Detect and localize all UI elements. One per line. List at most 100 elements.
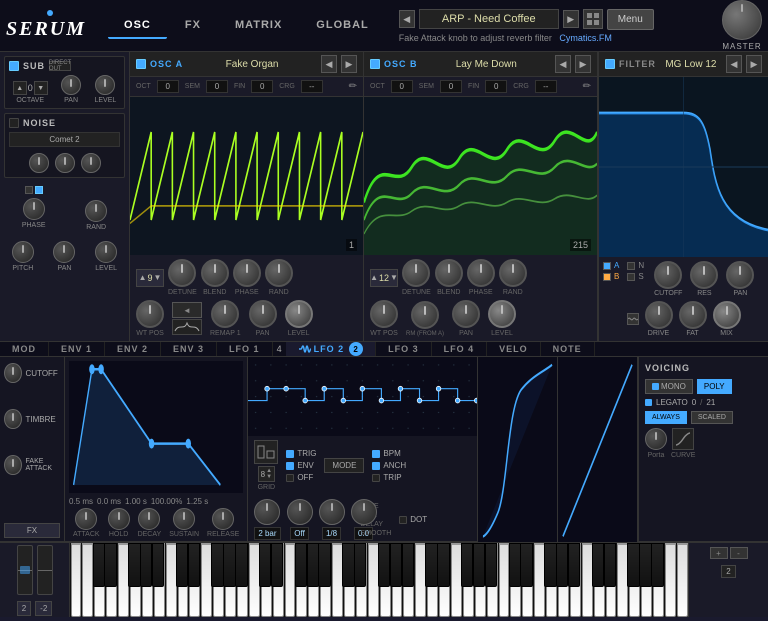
oct-up-btn[interactable]: ▲ (13, 81, 27, 95)
osc-b-toggle[interactable] (370, 59, 380, 69)
white-key-8[interactable] (166, 543, 177, 617)
bpm-row[interactable]: BPM (372, 449, 406, 458)
lfo2-tab-num[interactable]: 4 (273, 344, 286, 354)
osc-a-oct[interactable]: 0 (157, 80, 179, 93)
level-knob-left[interactable] (95, 241, 117, 263)
osc-b-phase-knob[interactable] (467, 259, 495, 287)
osc-b-edit-btn[interactable]: ✏ (583, 81, 591, 92)
black-key-11[interactable] (211, 543, 223, 587)
black-key-36[interactable] (509, 543, 521, 587)
osc-a-rand-knob[interactable] (265, 259, 293, 287)
sub-pan-knob[interactable] (61, 75, 81, 95)
bpm-check[interactable] (372, 450, 380, 458)
white-key-50[interactable] (665, 543, 676, 617)
filter-next[interactable]: ▶ (746, 55, 762, 73)
mod-tab-lfo4[interactable]: LFO 4 (432, 342, 488, 356)
black-key-16[interactable] (271, 543, 283, 587)
osc-a-wtpos-knob[interactable] (136, 300, 164, 328)
osc-b-waveform[interactable]: 215 (364, 97, 597, 255)
preset-name[interactable]: ARP - Need Coffee (419, 9, 559, 29)
mod-wheel[interactable] (37, 545, 53, 595)
black-key-33[interactable] (473, 543, 485, 587)
osc-a-sem[interactable]: 0 (206, 80, 228, 93)
master-knob[interactable] (722, 0, 762, 40)
osc-b-detune-knob[interactable] (402, 259, 430, 287)
black-key-44[interactable] (604, 543, 616, 587)
dot-row[interactable]: DOT (399, 515, 427, 524)
filter-fat-knob[interactable] (679, 301, 707, 329)
osc-b-next[interactable]: ▶ (575, 55, 591, 73)
osc-a-toggle[interactable] (136, 59, 146, 69)
hold-knob[interactable] (108, 508, 130, 530)
osc-a-edit-btn[interactable]: ✏ (349, 81, 357, 92)
sub-level-knob[interactable] (95, 75, 115, 95)
wt-arrow-left[interactable]: ◄ (172, 302, 202, 318)
black-key-30[interactable] (437, 543, 449, 587)
osc-b-fin[interactable]: 0 (485, 80, 507, 93)
toggle2[interactable] (35, 186, 43, 194)
osc-b-level-knob[interactable] (488, 300, 516, 328)
decay-knob[interactable] (138, 508, 160, 530)
black-key-20[interactable] (318, 543, 330, 587)
black-key-5[interactable] (140, 543, 152, 587)
black-key-32[interactable] (461, 543, 473, 587)
black-key-13[interactable] (235, 543, 247, 587)
noise-pan-knob[interactable] (55, 153, 75, 173)
lfo-delay-knob[interactable] (319, 499, 345, 525)
filter-route-n[interactable]: N (627, 261, 644, 270)
mod-cutoff-knob[interactable] (4, 363, 22, 383)
zoom-in-btn[interactable]: + (710, 547, 728, 559)
black-key-2[interactable] (104, 543, 116, 587)
filter-drive-knob[interactable] (645, 301, 673, 329)
menu-button[interactable]: Menu (607, 9, 654, 30)
phase-knob-left[interactable] (23, 198, 45, 220)
lfo-smooth-knob[interactable] (351, 499, 377, 525)
trig-check[interactable] (286, 450, 294, 458)
black-key-23[interactable] (354, 543, 366, 587)
osc-a-level-knob[interactable] (285, 300, 313, 328)
legato-check[interactable] (645, 399, 652, 406)
keys-area[interactable]: // Generate keyboard inline const keysCo… (70, 543, 688, 617)
osc-a-fin[interactable]: 0 (251, 80, 273, 93)
porta-knob[interactable] (645, 428, 667, 450)
mono-btn[interactable]: MONO (645, 379, 693, 394)
filter-mix-knob[interactable] (713, 301, 741, 329)
black-key-18[interactable] (295, 543, 307, 587)
filter-pan-knob[interactable] (726, 261, 754, 289)
white-key-51[interactable] (677, 543, 688, 617)
mod-tab-env1[interactable]: ENV 1 (49, 342, 105, 356)
black-key-48[interactable] (651, 543, 663, 587)
tab-osc[interactable]: OSC (108, 13, 167, 39)
mod-tab-note[interactable]: NOTE (541, 342, 595, 356)
black-key-39[interactable] (544, 543, 556, 587)
osc-b-pan-knob[interactable] (452, 300, 480, 328)
black-key-25[interactable] (378, 543, 390, 587)
filter-toggle[interactable] (605, 59, 615, 69)
lfo-grid-stepper[interactable]: 8 ▲ ▼ (258, 466, 275, 482)
osc-b-blend-knob[interactable] (435, 259, 463, 287)
osc-b-sem[interactable]: 0 (440, 80, 462, 93)
tab-global[interactable]: GLOBAL (300, 13, 384, 39)
osc-a-prev[interactable]: ◀ (321, 55, 337, 73)
off-check[interactable] (286, 474, 294, 482)
osc-a-unison-btn[interactable]: ▲ 9 ▼ (136, 269, 164, 287)
black-key-40[interactable] (556, 543, 568, 587)
trip-row[interactable]: TRIP (372, 473, 406, 482)
grid-view-btn[interactable] (583, 9, 603, 29)
tab-matrix[interactable]: MATRIX (219, 13, 298, 39)
black-key-37[interactable] (520, 543, 532, 587)
lfo-rise-knob[interactable] (287, 499, 313, 525)
osc-b-rand-knob[interactable] (499, 259, 527, 287)
osc-b-wtpos-knob[interactable] (370, 300, 398, 328)
fx-button[interactable]: FX (4, 523, 60, 538)
next-preset-btn[interactable]: ▶ (563, 10, 579, 28)
rand-knob-left[interactable] (85, 200, 107, 222)
mod-timbre-knob[interactable] (4, 409, 22, 429)
filter-preset[interactable]: MG Low 12 (660, 59, 722, 70)
osc-a-next[interactable]: ▶ (341, 55, 357, 73)
direct-out-btn[interactable]: DIRECT OUT (49, 61, 71, 71)
black-key-9[interactable] (188, 543, 200, 587)
curve-display[interactable] (672, 428, 694, 450)
noise-level-knob[interactable] (81, 153, 101, 173)
dot-check[interactable] (399, 516, 407, 524)
